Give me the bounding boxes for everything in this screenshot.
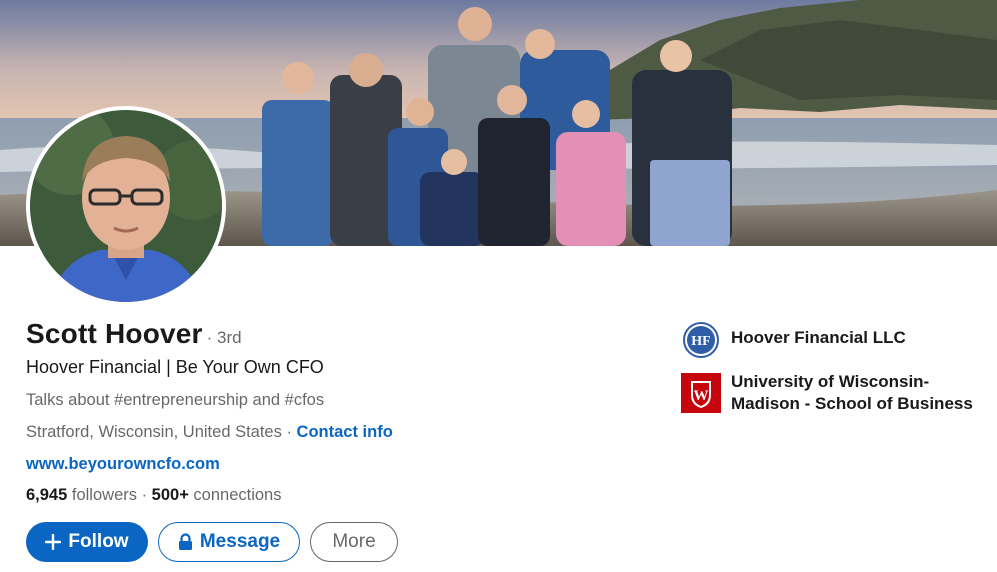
location-text: Stratford, Wisconsin, United States bbox=[26, 423, 282, 441]
org-item-hoover-financial[interactable]: HF Hoover Financial LLC bbox=[681, 320, 981, 360]
hoover-financial-logo-text: HF bbox=[691, 334, 710, 349]
plus-icon bbox=[45, 534, 62, 550]
followers-label: followers bbox=[67, 486, 142, 504]
org-name: University of Wisconsin-Madison - School… bbox=[731, 372, 973, 413]
talks-about: Talks about #entrepreneurship and #cfos bbox=[26, 391, 325, 409]
org-name: Hoover Financial LLC bbox=[731, 328, 906, 347]
website-link[interactable]: www.beyourowncfo.com bbox=[26, 455, 220, 474]
connections-label[interactable]: connections bbox=[189, 486, 281, 504]
message-button[interactable]: Message bbox=[158, 522, 300, 562]
more-button-label: More bbox=[332, 531, 376, 552]
profile-photo[interactable] bbox=[26, 106, 226, 306]
lock-icon bbox=[178, 533, 193, 551]
connections-count[interactable]: 500+ bbox=[152, 486, 189, 504]
avatar bbox=[30, 110, 222, 302]
stats-separator: · bbox=[141, 486, 152, 504]
location-row: Stratford, Wisconsin, United States · Co… bbox=[26, 423, 393, 442]
experience-education-list: HF Hoover Financial LLC W University of … bbox=[681, 320, 981, 428]
profile-name: Scott Hoover bbox=[26, 318, 203, 349]
message-button-label: Message bbox=[199, 531, 281, 552]
uw-madison-crest-letter: W bbox=[694, 388, 709, 404]
connection-degree: · 3rd bbox=[206, 328, 242, 347]
profile-actions: Follow Message More bbox=[26, 522, 398, 562]
follow-button[interactable]: Follow bbox=[26, 522, 148, 562]
network-stats: 6,945 followers · 500+ connections bbox=[26, 486, 282, 505]
follow-button-label: Follow bbox=[68, 531, 129, 552]
org-item-uw-madison[interactable]: W University of Wisconsin-Madison - Scho… bbox=[681, 372, 981, 415]
name-row: Scott Hoover · 3rd bbox=[26, 318, 242, 350]
hoover-financial-logo-icon: HF bbox=[683, 322, 719, 358]
location-separator: · bbox=[281, 423, 297, 441]
profile-headline: Hoover Financial | Be Your Own CFO bbox=[26, 357, 324, 377]
contact-info-link[interactable]: Contact info bbox=[297, 423, 393, 441]
uw-madison-crest-icon: W bbox=[681, 373, 721, 413]
profile-photo-image bbox=[30, 110, 222, 302]
more-button[interactable]: More bbox=[310, 522, 398, 562]
followers-count: 6,945 bbox=[26, 486, 68, 504]
